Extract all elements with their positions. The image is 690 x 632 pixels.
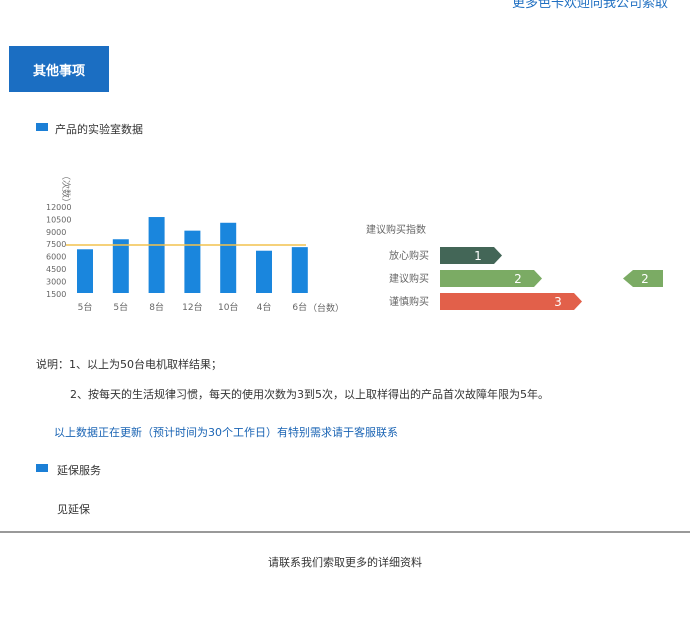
update-notice: 以上数据正在更新（预计时间为30个工作日）有特别需求请于客服联系 [54, 426, 398, 439]
y-tick-label: 12000 [46, 203, 71, 212]
index-value-label: 2 [514, 272, 522, 286]
warranty-text: 见延保 [57, 503, 90, 516]
side-marker-label: 2 [641, 272, 649, 286]
x-tick-label: 5台 [78, 301, 93, 313]
y-tick-label: 9000 [46, 228, 66, 237]
note-line-1: 说明：1、以上为50台电机取样结果； [36, 358, 222, 371]
y-tick-label: 4500 [46, 265, 66, 274]
y-tick-label: 6000 [46, 253, 66, 262]
x-tick-label: 8台 [149, 301, 164, 313]
index-category-label: 放心购买 [389, 249, 429, 262]
bar [220, 222, 237, 293]
section-tab-other: 其他事项 [9, 46, 109, 92]
bar [77, 249, 93, 293]
bar [291, 247, 308, 293]
bullet-icon [36, 464, 48, 472]
x-tick-label: 4台 [257, 301, 272, 313]
lab-data-heading: 产品的实验室数据 [55, 123, 143, 136]
bar [184, 230, 201, 293]
x-tick-label: 10台 [218, 301, 238, 313]
usage-bar-chart: （次数） 1200010500900075006000450030001500 … [46, 171, 344, 314]
bar [256, 250, 272, 293]
warranty-heading: 延保服务 [57, 464, 101, 477]
footer-divider [0, 531, 690, 533]
y-tick-label: 1500 [46, 290, 66, 299]
bar [148, 217, 165, 293]
chart-ylabel: （次数） [60, 171, 72, 207]
y-tick-label: 7500 [46, 240, 66, 249]
y-tick-label: 10500 [46, 215, 71, 224]
purchase-index-chart: 建议购买指数 放心购买 1 建议购买 2 谨慎购买 3 2 [366, 223, 663, 310]
index-arrow [440, 247, 502, 264]
more-colors-link[interactable]: 更多色卡欢迎向我公司索取 [512, 0, 668, 11]
index-arrow [440, 270, 542, 287]
x-tick-label: 6台 [292, 301, 307, 313]
index-value-label: 1 [474, 249, 482, 263]
x-tick-label: 5台 [113, 301, 128, 313]
bullet-icon [36, 123, 48, 131]
chart-xlabel: （台数） [308, 302, 344, 314]
purchase-index-title: 建议购买指数 [366, 223, 426, 236]
bar [112, 239, 129, 293]
footer-contact-text: 请联系我们索取更多的详细资料 [268, 556, 422, 569]
x-tick-label: 12台 [182, 301, 202, 313]
note-line-2: 2、按每天的生活规律习惯，每天的使用次数为3到5次，以上取样得出的产品首次故障年… [70, 388, 549, 401]
index-category-label: 建议购买 [389, 272, 429, 285]
index-category-label: 谨慎购买 [389, 295, 429, 308]
index-value-label: 3 [554, 295, 562, 309]
y-tick-label: 3000 [46, 277, 66, 286]
